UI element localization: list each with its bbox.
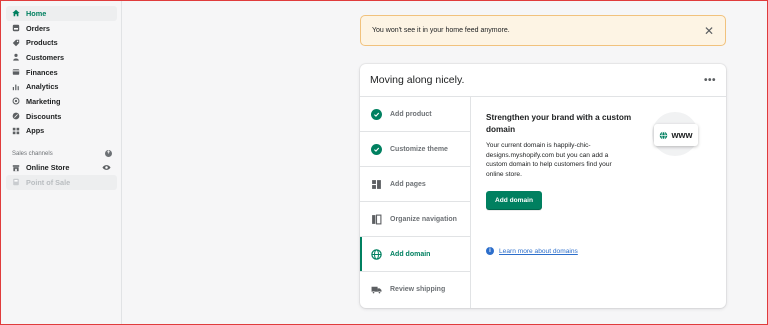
close-icon[interactable]: ✕ bbox=[704, 25, 714, 37]
step-label: Organize navigation bbox=[390, 215, 457, 223]
sidebar-item-label: Apps bbox=[26, 126, 45, 136]
sidebar-item-marketing[interactable]: Marketing bbox=[6, 94, 117, 109]
discounts-icon bbox=[11, 112, 20, 121]
store-icon bbox=[11, 163, 20, 172]
detail-body: Your current domain is happily-chic-desi… bbox=[486, 142, 612, 179]
sidebar-item-label: Products bbox=[26, 38, 58, 48]
sidebar-item-label: Marketing bbox=[26, 96, 61, 106]
analytics-icon bbox=[11, 82, 20, 91]
navigation-icon bbox=[370, 213, 383, 226]
step-label: Add domain bbox=[390, 250, 431, 258]
apps-icon bbox=[11, 126, 20, 135]
sidebar-item-label: Point of Sale bbox=[26, 177, 71, 187]
step-list: Add product Customize theme Add pages Or… bbox=[360, 97, 471, 308]
setup-guide-card: Moving along nicely. ••• Add product Cus… bbox=[360, 64, 726, 308]
step-label: Review shipping bbox=[390, 286, 446, 293]
step-review-shipping[interactable]: Review shipping bbox=[360, 272, 470, 307]
step-organize-navigation[interactable]: Organize navigation bbox=[360, 202, 470, 237]
sidebar-item-label: Home bbox=[26, 8, 47, 18]
card-title: Moving along nicely. bbox=[370, 74, 465, 86]
sidebar-item-home[interactable]: Home bbox=[6, 6, 117, 21]
sidebar-item-label: Discounts bbox=[26, 111, 62, 121]
checkmark-icon bbox=[370, 143, 383, 156]
pages-icon bbox=[370, 178, 383, 191]
detail-heading: Strengthen your brand with a custom doma… bbox=[486, 113, 632, 134]
card-header: Moving along nicely. ••• bbox=[360, 64, 726, 97]
sidebar-item-orders[interactable]: Orders bbox=[6, 21, 117, 36]
dismiss-banner: You won't see it in your home feed anymo… bbox=[360, 15, 726, 46]
checkmark-icon bbox=[370, 108, 383, 121]
step-label: Add pages bbox=[390, 180, 426, 188]
pos-icon bbox=[11, 178, 20, 187]
add-channel-icon[interactable]: + bbox=[105, 150, 112, 158]
more-actions-icon[interactable]: ••• bbox=[704, 75, 716, 86]
add-domain-button[interactable]: Add domain bbox=[486, 190, 542, 210]
step-add-product[interactable]: Add product bbox=[360, 97, 470, 132]
step-add-domain[interactable]: Add domain bbox=[360, 237, 470, 272]
sidebar-item-apps[interactable]: Apps bbox=[6, 124, 117, 139]
learn-more-link[interactable]: Learn more about domains bbox=[499, 248, 578, 255]
sidebar-item-customers[interactable]: Customers bbox=[6, 50, 117, 65]
marketing-icon bbox=[11, 97, 20, 106]
customers-icon bbox=[11, 53, 20, 62]
sales-channels-header: Sales channels + bbox=[12, 150, 112, 158]
sidebar-item-finances[interactable]: Finances bbox=[6, 65, 117, 80]
sidebar-item-label: Analytics bbox=[26, 82, 59, 92]
www-text: www bbox=[671, 130, 693, 140]
learn-more: i Learn more about domains bbox=[486, 247, 578, 255]
view-eye-icon[interactable] bbox=[102, 164, 111, 171]
home-icon bbox=[11, 9, 20, 18]
step-label: Customize theme bbox=[390, 145, 448, 153]
step-customize-theme[interactable]: Customize theme bbox=[360, 132, 470, 167]
www-badge: www bbox=[654, 124, 698, 146]
step-add-pages[interactable]: Add pages bbox=[360, 167, 470, 202]
sidebar-item-products[interactable]: Products bbox=[6, 35, 117, 50]
sales-channels-label: Sales channels bbox=[12, 150, 53, 157]
globe-icon bbox=[660, 130, 668, 140]
sidebar-item-label: Orders bbox=[26, 23, 50, 33]
banner-text: You won't see it in your home feed anymo… bbox=[372, 27, 510, 34]
orders-icon bbox=[11, 24, 20, 33]
finances-icon bbox=[11, 68, 20, 77]
sidebar-item-online-store[interactable]: Online Store bbox=[6, 160, 117, 175]
step-label: Add product bbox=[390, 110, 432, 118]
sidebar-item-discounts[interactable]: Discounts bbox=[6, 109, 117, 124]
globe-icon bbox=[370, 248, 383, 261]
products-icon bbox=[11, 38, 20, 47]
sidebar-item-label: Customers bbox=[26, 52, 65, 62]
sidebar-item-label: Online Store bbox=[26, 163, 70, 173]
truck-icon bbox=[370, 283, 383, 296]
info-icon: i bbox=[486, 247, 494, 255]
sidebar-item-point-of-sale[interactable]: Point of Sale bbox=[6, 174, 117, 190]
sidebar-item-label: Finances bbox=[26, 67, 58, 77]
sidebar: Home Orders Products Customers Finances … bbox=[1, 1, 122, 324]
sidebar-item-analytics[interactable]: Analytics bbox=[6, 79, 117, 94]
